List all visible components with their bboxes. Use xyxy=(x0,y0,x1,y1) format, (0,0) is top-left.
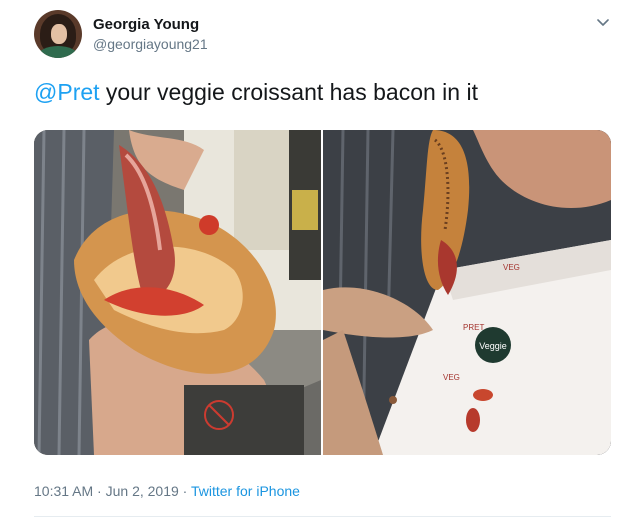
tweet-header: Georgia Young @georgiayoung21 xyxy=(34,10,208,58)
mention-link[interactable]: @Pret xyxy=(34,79,100,105)
photo-2[interactable]: VEG PRET VEG Veggie xyxy=(323,130,611,455)
meta-separator: · xyxy=(178,483,191,499)
veggie-sticker-label: Veggie xyxy=(479,341,507,351)
tweet-meta: 10:31 AM · Jun 2, 2019 · Twitter for iPh… xyxy=(34,482,300,500)
tweet-text: @Pret your veggie croissant has bacon in… xyxy=(34,78,478,106)
divider xyxy=(34,516,611,517)
tweet-body: your veggie croissant has bacon in it xyxy=(99,79,478,105)
photo-1[interactable] xyxy=(34,130,321,455)
svg-text:VEG: VEG xyxy=(503,263,520,272)
user-names: Georgia Young @georgiayoung21 xyxy=(93,15,208,53)
avatar[interactable] xyxy=(34,10,82,58)
tweet-source[interactable]: Twitter for iPhone xyxy=(191,483,300,499)
display-name[interactable]: Georgia Young xyxy=(93,15,208,35)
svg-text:PRET: PRET xyxy=(463,323,484,332)
tweet-date[interactable]: Jun 2, 2019 xyxy=(106,483,179,499)
media-grid: VEG PRET VEG Veggie xyxy=(34,130,611,455)
meta-separator: · xyxy=(93,483,106,499)
tweet-card: Georgia Young @georgiayoung21 @Pret your… xyxy=(0,0,637,518)
tweet-time[interactable]: 10:31 AM xyxy=(34,483,93,499)
svg-text:VEG: VEG xyxy=(443,373,460,382)
user-handle[interactable]: @georgiayoung21 xyxy=(93,35,208,53)
chevron-down-icon[interactable] xyxy=(596,16,610,30)
